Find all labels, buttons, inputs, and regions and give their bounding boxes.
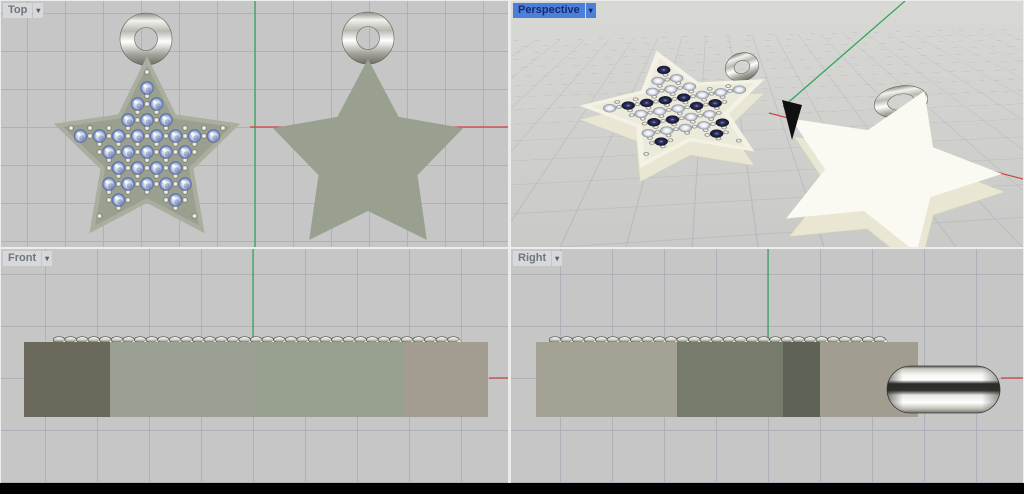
bail-ring-side[interactable] [887,366,1000,413]
screen-letterbox [0,483,1024,494]
plain-star-pendant[interactable] [273,59,463,240]
pendant-side-profile[interactable] [24,342,488,417]
pendant-bail-ring[interactable] [342,12,394,64]
viewport-title[interactable]: Top [3,3,32,18]
chevron-down-icon[interactable]: ▾ [586,3,596,18]
viewport-perspective[interactable]: Perspective ▾ [511,1,1023,247]
pendant-bail-ring[interactable] [120,13,172,65]
viewport-title[interactable]: Front [3,251,41,266]
viewport-right[interactable]: Right ▾ [511,249,1023,483]
right-view-canvas [511,249,1023,483]
cad-application-window: Top ▾ [0,0,1024,494]
chevron-down-icon[interactable]: ▾ [42,251,52,266]
viewport-label-front[interactable]: Front ▾ [3,251,52,266]
viewport-title[interactable]: Perspective [513,3,585,18]
chevron-down-icon[interactable]: ▾ [552,251,562,266]
pave-star-pendant[interactable] [54,56,240,233]
viewport-label-perspective[interactable]: Perspective ▾ [513,3,596,18]
viewport-label-top[interactable]: Top ▾ [3,3,43,18]
viewport-front[interactable]: Front ▾ [1,249,508,483]
top-view-canvas [1,1,508,247]
pendant-side-profile[interactable] [536,342,918,417]
perspective-view-canvas [511,1,1023,247]
viewport-label-right[interactable]: Right ▾ [513,251,562,266]
viewport-title[interactable]: Right [513,251,551,266]
chevron-down-icon[interactable]: ▾ [33,3,43,18]
front-view-canvas [1,249,508,483]
viewport-top[interactable]: Top ▾ [1,1,508,247]
